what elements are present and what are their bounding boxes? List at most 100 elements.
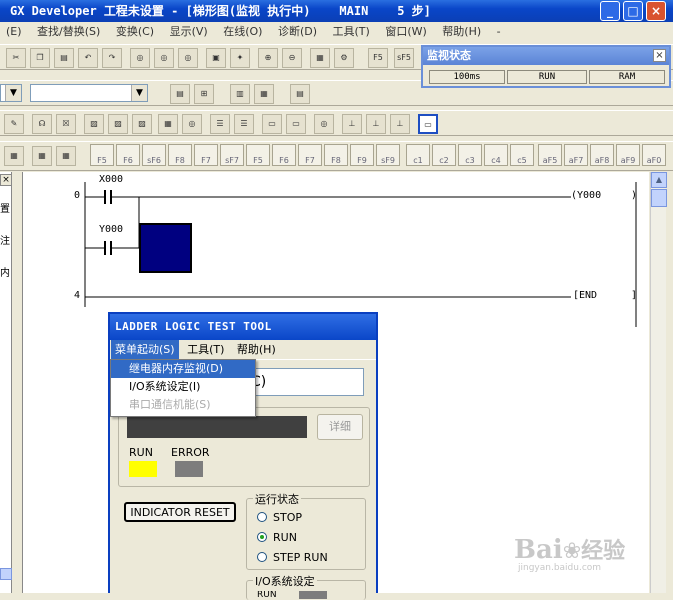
ladder-test-icon[interactable]: ▭ [418, 114, 438, 134]
fkey-delete-horizontal[interactable]: F7 [298, 144, 322, 166]
radio-stop[interactable]: STOP [257, 511, 302, 524]
search-icon[interactable]: ◎ [314, 114, 334, 134]
fkey-af5[interactable]: aF5 [538, 144, 562, 166]
fkey-parallel-open[interactable]: F6 [116, 144, 140, 166]
menu-online[interactable]: 在线(O) [217, 22, 268, 42]
window-icon[interactable]: ▭ [262, 114, 282, 134]
find-device-icon[interactable]: ◎ [130, 48, 150, 68]
settings-gear-icon[interactable]: ⚙ [334, 48, 354, 68]
fkey-c5[interactable]: c5 [510, 144, 534, 166]
zoom-in-icon[interactable]: ⊕ [258, 48, 278, 68]
menu-more[interactable]: - [491, 22, 507, 42]
menu-item-serial-communication: 串口通信机能(S) [129, 398, 211, 411]
menu-edit[interactable]: (E) [0, 22, 28, 42]
window2-icon[interactable]: ▭ [286, 114, 306, 134]
indicator-reset-button[interactable]: INDICATOR RESET [124, 502, 236, 522]
fkey-vertical-line[interactable]: F6 [272, 144, 296, 166]
panel-close-icon[interactable]: × [0, 174, 12, 186]
fkey-c1[interactable]: c1 [406, 144, 430, 166]
device-batch-icon[interactable]: ▣ [206, 48, 226, 68]
minimize-button[interactable]: _ [600, 1, 620, 21]
menu-item-io-system-setting[interactable]: I/O系统设定(I) [111, 378, 255, 396]
fkey-parallel-closed[interactable]: F8 [168, 144, 192, 166]
menu-help[interactable]: 帮助(H) [436, 22, 487, 42]
tree-view-icon[interactable]: ⊞ [194, 84, 214, 104]
convert-f5-button[interactable]: F5 [368, 48, 388, 68]
ladder-palette2-icon[interactable]: ▦ [32, 146, 52, 166]
monitor-start-icon[interactable]: ◎ [182, 114, 202, 134]
ladder-palette3-icon[interactable]: ▦ [56, 146, 76, 166]
fkey-delete-vertical[interactable]: F8 [324, 144, 348, 166]
menu-diagnostics[interactable]: 诊断(D) [272, 22, 323, 42]
dialog-menu-start[interactable]: 菜单起动(S) [111, 340, 179, 360]
redo-icon[interactable]: ↷ [102, 48, 122, 68]
menu-tools[interactable]: 工具(T) [327, 22, 376, 42]
monitor-status-window: 监视状态 × 100ms RUN RAM [421, 45, 671, 88]
find-instruction-icon[interactable]: ◎ [154, 48, 174, 68]
paste-icon[interactable]: ▤ [54, 48, 74, 68]
f5-label: F5 [373, 53, 383, 62]
fkey-horizontal-line[interactable]: F5 [246, 144, 270, 166]
splitter[interactable] [12, 172, 22, 593]
ladder-palette-icon[interactable]: ▦ [4, 146, 24, 166]
monitor-close-icon[interactable]: × [653, 49, 666, 62]
fkey-open-contact[interactable]: F5 [90, 144, 114, 166]
program-icon[interactable]: ☰ [210, 114, 230, 134]
fkey-sf9[interactable]: sF9 [376, 144, 400, 166]
find-contact-icon[interactable]: ◎ [178, 48, 198, 68]
step3-icon[interactable]: ⊥ [390, 114, 410, 134]
read-mode-icon[interactable]: ☊ [32, 114, 52, 134]
monitor-window-icon[interactable]: ▦ [310, 48, 330, 68]
fkey-af0[interactable]: aF0 [642, 144, 666, 166]
rung-step-0: 0 [74, 190, 81, 201]
fkey-f9[interactable]: F9 [350, 144, 374, 166]
ladder-edit-icon[interactable]: ▨ [84, 114, 104, 134]
write-mode-icon[interactable]: ✎ [4, 114, 24, 134]
fkey-c3[interactable]: c3 [458, 144, 482, 166]
zoom-out-icon[interactable]: ⊖ [282, 48, 302, 68]
program-combo[interactable]: ▼ [0, 84, 22, 102]
ladder-edit2-icon[interactable]: ▨ [108, 114, 128, 134]
cut-icon[interactable]: ✂ [6, 48, 26, 68]
step-icon[interactable]: ⊥ [342, 114, 362, 134]
fkey-coil[interactable]: F7 [194, 144, 218, 166]
panel-scroll-arrow[interactable] [0, 568, 12, 580]
grid-icon[interactable]: ▦ [158, 114, 178, 134]
list-icon[interactable]: ▤ [290, 84, 310, 104]
editor-scrollbar[interactable]: ▲ [650, 172, 667, 593]
project-data-icon[interactable]: ▥ [230, 84, 250, 104]
menu-convert[interactable]: 变换(C) [110, 22, 160, 42]
device-register-icon[interactable]: ✦ [230, 48, 250, 68]
step2-icon[interactable]: ⊥ [366, 114, 386, 134]
monitor-mode-icon[interactable]: ☒ [56, 114, 76, 134]
menu-find-replace[interactable]: 查找/替换(S) [31, 22, 106, 42]
chevron-down-icon: ▼ [5, 85, 21, 101]
menu-item-relay-memory-monitor[interactable]: 继电器内存监视(D) [111, 360, 255, 378]
scroll-thumb[interactable] [651, 189, 667, 207]
fkey-application[interactable]: sF7 [220, 144, 244, 166]
detail-button[interactable]: 详细 [317, 414, 363, 440]
maximize-button[interactable]: □ [623, 1, 643, 21]
dialog-menu-help[interactable]: 帮助(H) [233, 340, 280, 360]
fkey-c2[interactable]: c2 [432, 144, 456, 166]
radio-step-run[interactable]: STEP RUN [257, 551, 328, 564]
menu-window[interactable]: 窗口(W) [379, 22, 432, 42]
fkey-af7[interactable]: aF7 [564, 144, 588, 166]
fkey-af9[interactable]: aF9 [616, 144, 640, 166]
dialog-menu-tools[interactable]: 工具(T) [183, 340, 228, 360]
comment-combo[interactable]: ▼ [30, 84, 148, 102]
undo-icon[interactable]: ↶ [78, 48, 98, 68]
radio-run[interactable]: RUN [257, 531, 297, 544]
parameter-icon[interactable]: ▦ [254, 84, 274, 104]
fkey-closed-contact[interactable]: sF6 [142, 144, 166, 166]
close-button[interactable]: × [646, 1, 666, 21]
menu-view[interactable]: 显示(V) [164, 22, 214, 42]
convert-sf5-button[interactable]: sF5 [394, 48, 414, 68]
scroll-up-icon[interactable]: ▲ [651, 172, 667, 188]
device-icon[interactable]: ☰ [234, 114, 254, 134]
copy-icon[interactable]: ❐ [30, 48, 50, 68]
fkey-af8[interactable]: aF8 [590, 144, 614, 166]
ladder-edit3-icon[interactable]: ▨ [132, 114, 152, 134]
open-document-icon[interactable]: ▤ [170, 84, 190, 104]
fkey-c4[interactable]: c4 [484, 144, 508, 166]
